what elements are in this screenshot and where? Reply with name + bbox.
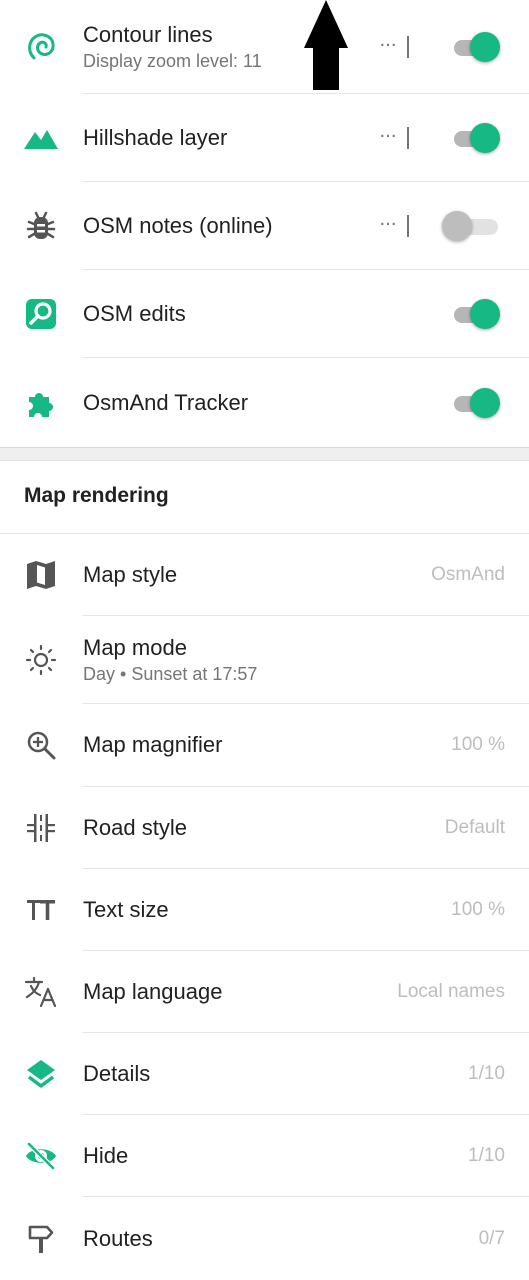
setting-map-style[interactable]: Map style OsmAnd: [0, 534, 529, 615]
osm-edit-icon: [22, 295, 60, 333]
layer-row-osmand-tracker[interactable]: OsmAnd Tracker: [0, 358, 529, 447]
setting-title: Map style: [83, 561, 178, 587]
zoom-in-icon: [22, 726, 60, 764]
eye-off-icon: [22, 1137, 60, 1175]
setting-value: 1/10: [468, 1145, 505, 1166]
setting-value: 100 %: [451, 734, 505, 755]
setting-title: Map language: [83, 979, 223, 1004]
layer-row-osm-notes[interactable]: OSM notes (online) ···: [0, 182, 529, 270]
setting-value: Local names: [397, 981, 505, 1002]
layer-toggle[interactable]: [452, 32, 500, 62]
layer-toggle[interactable]: [452, 299, 500, 329]
setting-value: Default: [444, 816, 505, 838]
setting-map-mode[interactable]: Map mode Day • Sunset at 17:57: [0, 616, 529, 703]
setting-title: Road style: [83, 814, 187, 840]
mountain-icon: [22, 119, 60, 157]
divider-bar: [407, 36, 409, 58]
setting-map-magnifier[interactable]: Map magnifier 100 %: [0, 704, 529, 786]
layer-row-hillshade[interactable]: Hillshade layer ···: [0, 94, 529, 182]
layer-title: OSM edits: [83, 301, 186, 326]
signpost-icon: [22, 1220, 60, 1258]
setting-title: Routes: [83, 1225, 153, 1251]
setting-road-style[interactable]: Road style Default: [0, 787, 529, 868]
layer-title: Contour lines: [83, 22, 213, 47]
layer-subtitle: Display zoom level: 11: [83, 51, 262, 71]
setting-value: OsmAnd: [431, 563, 505, 585]
layer-row-osm-edits[interactable]: OSM edits: [0, 270, 529, 358]
layers-icon: [22, 1055, 60, 1093]
translate-icon: [22, 973, 60, 1011]
layer-title: OSM notes (online): [83, 213, 273, 238]
layer-title: Hillshade layer: [83, 125, 228, 150]
bug-icon: [22, 207, 60, 245]
more-options-button[interactable]: ···: [379, 213, 397, 236]
more-options-button[interactable]: ···: [379, 34, 397, 57]
layer-toggle[interactable]: [452, 387, 500, 418]
sun-icon: [22, 641, 60, 679]
setting-subtitle: Day • Sunset at 17:57: [83, 663, 258, 684]
text-size-icon: [22, 891, 60, 929]
setting-text-size[interactable]: Text size 100 %: [0, 869, 529, 951]
setting-value: 1/10: [468, 1063, 505, 1084]
layer-toggle[interactable]: [452, 123, 500, 153]
layer-toggle[interactable]: [442, 211, 500, 241]
map-icon: [22, 556, 60, 594]
setting-hide[interactable]: Hide 1/10: [0, 1115, 529, 1197]
layer-title: OsmAnd Tracker: [83, 389, 249, 415]
contour-icon: [22, 28, 60, 66]
section-title: Map rendering: [24, 484, 169, 507]
section-separator: [0, 447, 529, 461]
setting-title: Map magnifier: [83, 732, 223, 757]
setting-title: Details: [83, 1061, 151, 1086]
setting-title: Hide: [83, 1143, 129, 1168]
puzzle-icon: [22, 384, 60, 422]
divider-bar: [407, 127, 409, 149]
divider-bar: [407, 215, 409, 237]
setting-value: 0/7: [478, 1227, 505, 1249]
setting-title: Text size: [83, 897, 169, 922]
setting-routes[interactable]: Routes 0/7: [0, 1197, 529, 1280]
setting-value: 100 %: [451, 899, 505, 920]
setting-details[interactable]: Details 1/10: [0, 1033, 529, 1115]
more-options-button[interactable]: ···: [379, 125, 397, 148]
road-icon: [22, 809, 60, 847]
setting-map-language[interactable]: Map language Local names: [0, 951, 529, 1033]
setting-title: Map mode: [83, 634, 187, 660]
layer-row-contour-lines[interactable]: Contour lines Display zoom level: 11 ···: [0, 0, 529, 94]
